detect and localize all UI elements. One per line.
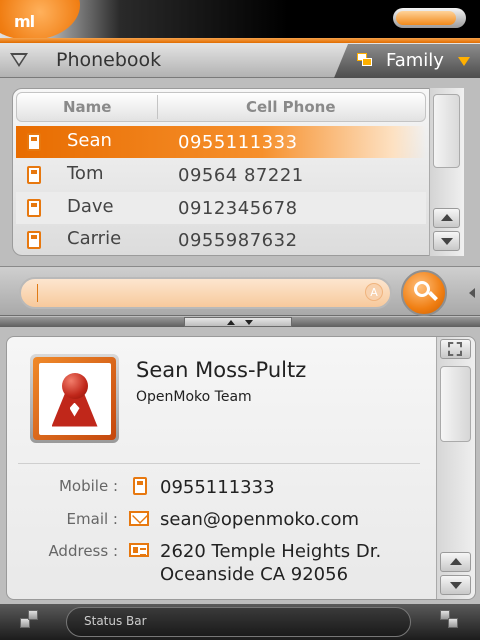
contact-full-name: Sean Moss-Pultz	[136, 358, 307, 382]
detail-scrollbar-thumb[interactable]	[440, 366, 471, 442]
person-head-shape	[61, 372, 88, 399]
menu-dropdown-icon-inner	[13, 55, 25, 64]
avatar-background	[33, 357, 116, 440]
phone-icon	[27, 231, 41, 249]
contact-name-cell: Sean	[67, 130, 112, 151]
address-card-icon	[129, 543, 149, 557]
arrow-up-icon	[441, 214, 453, 221]
arrow-up-icon	[450, 558, 462, 565]
contact-organization: OpenMoko Team	[136, 389, 252, 405]
arrow-up-icon	[227, 320, 235, 325]
contact-phone-cell: 09564 87221	[178, 165, 304, 186]
app-logo-text: ml	[14, 12, 35, 31]
phone-icon	[27, 133, 41, 151]
envelope-icon	[129, 511, 149, 526]
field-label-address: Address :	[48, 542, 118, 560]
windows-icon[interactable]	[20, 610, 42, 632]
phone-icon	[27, 166, 41, 184]
page-title: Phonebook	[56, 49, 162, 71]
expand-icon	[448, 342, 462, 356]
contact-name-cell: Tom	[67, 163, 104, 184]
field-value-email[interactable]: sean@openmoko.com	[160, 509, 359, 530]
column-divider	[157, 95, 158, 119]
arrow-down-icon	[245, 320, 253, 325]
arrow-down-icon	[450, 582, 462, 589]
keyboard-mode-icon[interactable]: A	[365, 283, 383, 301]
avatar[interactable]	[30, 354, 119, 443]
group-selector-label[interactable]: Family	[386, 50, 444, 71]
group-icon	[357, 53, 372, 66]
field-value-address-line2[interactable]: Oceanside CA 92056	[160, 564, 348, 585]
status-bar-text: Status Bar	[84, 614, 147, 628]
column-header-name[interactable]: Name	[63, 98, 111, 116]
battery-level-fill	[396, 11, 457, 25]
chevron-left-icon[interactable]	[469, 288, 475, 298]
search-input[interactable]	[19, 277, 392, 309]
chevron-down-icon[interactable]	[458, 57, 470, 66]
phone-icon	[133, 477, 147, 495]
contact-phone-cell: 0912345678	[178, 198, 298, 219]
text-cursor	[37, 284, 38, 302]
splitter-handle[interactable]	[184, 317, 292, 327]
contact-name-cell: Dave	[67, 196, 114, 217]
arrow-down-icon	[441, 238, 453, 245]
field-value-mobile[interactable]: 0955111333	[160, 477, 275, 498]
detail-divider	[18, 463, 420, 464]
contact-phone-cell: 0955111333	[178, 132, 298, 153]
task-switcher-icon[interactable]	[440, 610, 462, 632]
contact-name-cell: Carrie	[67, 228, 122, 249]
person-icon	[38, 362, 111, 435]
field-label-email: Email :	[66, 510, 118, 528]
search-icon	[414, 281, 430, 297]
contact-phone-cell: 0955987632	[178, 230, 298, 251]
field-label-mobile: Mobile :	[58, 477, 118, 495]
battery-indicator	[393, 8, 466, 28]
field-value-address-line1[interactable]: 2620 Temple Heights Dr.	[160, 541, 381, 562]
phone-icon	[27, 199, 41, 217]
list-scrollbar-thumb[interactable]	[433, 94, 460, 168]
column-header-cell-phone[interactable]: Cell Phone	[246, 98, 336, 116]
